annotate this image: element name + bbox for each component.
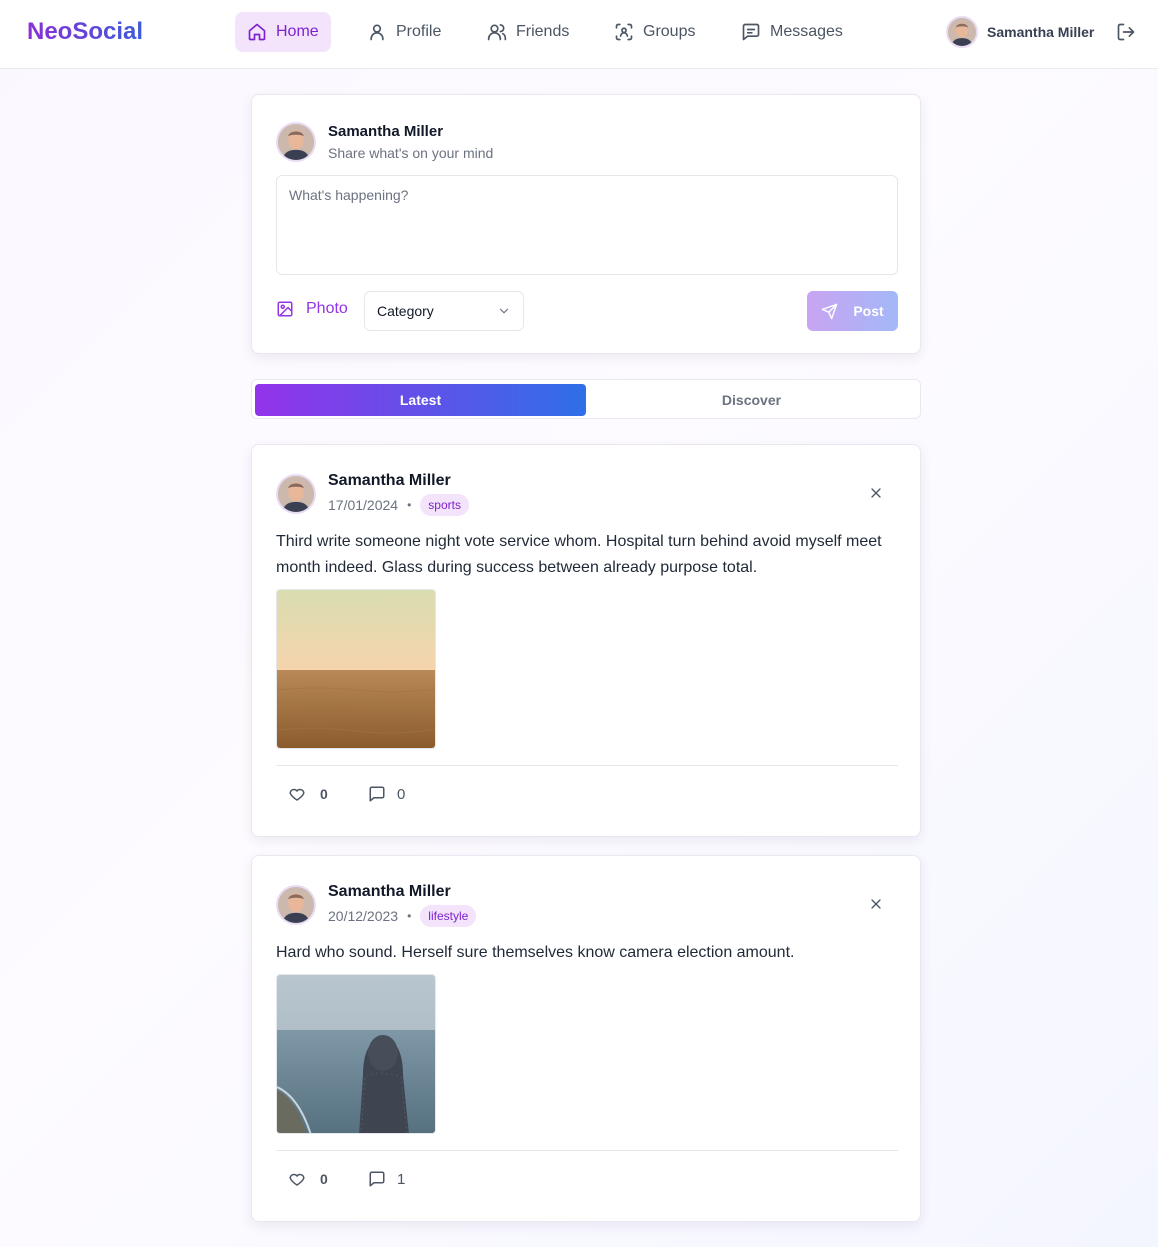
home-icon xyxy=(248,23,266,41)
post-author[interactable]: Samantha Miller xyxy=(328,883,476,901)
post-button-label: Post xyxy=(853,303,884,319)
top-navbar: NeoSocial Home Profile Friends Groups Me… xyxy=(0,0,1158,69)
users-icon xyxy=(487,24,507,41)
post-button[interactable]: Post xyxy=(807,291,898,331)
post-date: 20/12/2023 xyxy=(328,908,399,924)
scan-group-icon xyxy=(615,23,633,41)
nav-friends[interactable]: Friends xyxy=(475,12,581,52)
post-image[interactable] xyxy=(276,974,436,1134)
like-button[interactable]: 0 xyxy=(288,785,328,803)
post-text: Hard who sound. Herself sure themselves … xyxy=(276,944,795,961)
add-photo-label: Photo xyxy=(306,300,348,317)
comment-count: 1 xyxy=(397,1170,406,1188)
add-photo-button[interactable]: Photo xyxy=(276,300,348,318)
heart-icon xyxy=(289,1173,305,1186)
composer-user-name: Samantha Miller xyxy=(328,123,444,140)
post-composer: Samantha Miller Share what's on your min… xyxy=(251,94,921,354)
logout-icon[interactable] xyxy=(1116,22,1136,42)
composer-header: Samantha Miller Share what's on your min… xyxy=(276,122,493,162)
user-name: Samantha Miller xyxy=(987,24,1095,40)
post-divider xyxy=(276,1150,898,1151)
avatar xyxy=(946,16,978,48)
user-menu[interactable]: Samantha Miller xyxy=(946,16,1094,48)
post-card: Samantha Miller 17/01/2024 • sports Thir… xyxy=(251,444,921,837)
user-icon xyxy=(370,24,384,41)
category-select-value: Category xyxy=(377,303,434,319)
nav-groups-label: Groups xyxy=(643,23,696,40)
comment-icon xyxy=(369,786,385,802)
tab-latest[interactable]: Latest xyxy=(255,384,586,416)
message-icon xyxy=(742,23,760,41)
tab-discover[interactable]: Discover xyxy=(586,384,917,416)
avatar xyxy=(276,122,316,162)
nav-profile-label: Profile xyxy=(396,23,442,40)
meta-separator: • xyxy=(407,498,412,512)
avatar[interactable] xyxy=(276,474,316,514)
post-image[interactable] xyxy=(276,589,436,749)
comment-button[interactable]: 1 xyxy=(368,1170,405,1188)
post-header: Samantha Miller 20/12/2023 • lifestyle xyxy=(276,883,477,927)
post-text: Third write someone night vote service w… xyxy=(276,533,882,576)
post-divider xyxy=(276,765,898,766)
nav-profile[interactable]: Profile xyxy=(355,12,453,52)
close-icon[interactable] xyxy=(868,485,884,501)
nav-home-label: Home xyxy=(276,23,319,40)
composer-subtitle: Share what's on your mind xyxy=(328,145,494,161)
post-author[interactable]: Samantha Miller xyxy=(328,472,469,490)
like-count: 0 xyxy=(320,786,328,802)
comment-count: 0 xyxy=(397,785,406,803)
post-header: Samantha Miller 17/01/2024 • sports xyxy=(276,472,469,516)
like-count: 0 xyxy=(320,1171,328,1187)
category-select[interactable]: Category xyxy=(364,291,524,331)
post-date: 17/01/2024 xyxy=(328,497,399,513)
nav-messages[interactable]: Messages xyxy=(729,12,855,52)
post-card: Samantha Miller 20/12/2023 • lifestyle H… xyxy=(251,855,921,1222)
category-badge: lifestyle xyxy=(420,905,477,927)
meta-separator: • xyxy=(407,909,412,923)
nav-home[interactable]: Home xyxy=(235,12,331,52)
nav-groups[interactable]: Groups xyxy=(602,12,707,52)
image-icon xyxy=(277,301,293,317)
feed-tabs: Latest Discover xyxy=(251,379,921,419)
nav-messages-label: Messages xyxy=(770,23,843,40)
heart-icon xyxy=(289,788,305,801)
app-logo[interactable]: NeoSocial xyxy=(27,18,143,46)
nav-friends-label: Friends xyxy=(516,23,570,40)
chevron-down-icon xyxy=(499,308,509,314)
category-badge: sports xyxy=(420,494,469,516)
close-icon[interactable] xyxy=(868,896,884,912)
like-button[interactable]: 0 xyxy=(288,1170,328,1188)
comment-button[interactable]: 0 xyxy=(368,785,405,803)
comment-icon xyxy=(369,1171,385,1187)
send-icon xyxy=(822,303,838,319)
post-input[interactable] xyxy=(276,175,898,275)
avatar[interactable] xyxy=(276,885,316,925)
